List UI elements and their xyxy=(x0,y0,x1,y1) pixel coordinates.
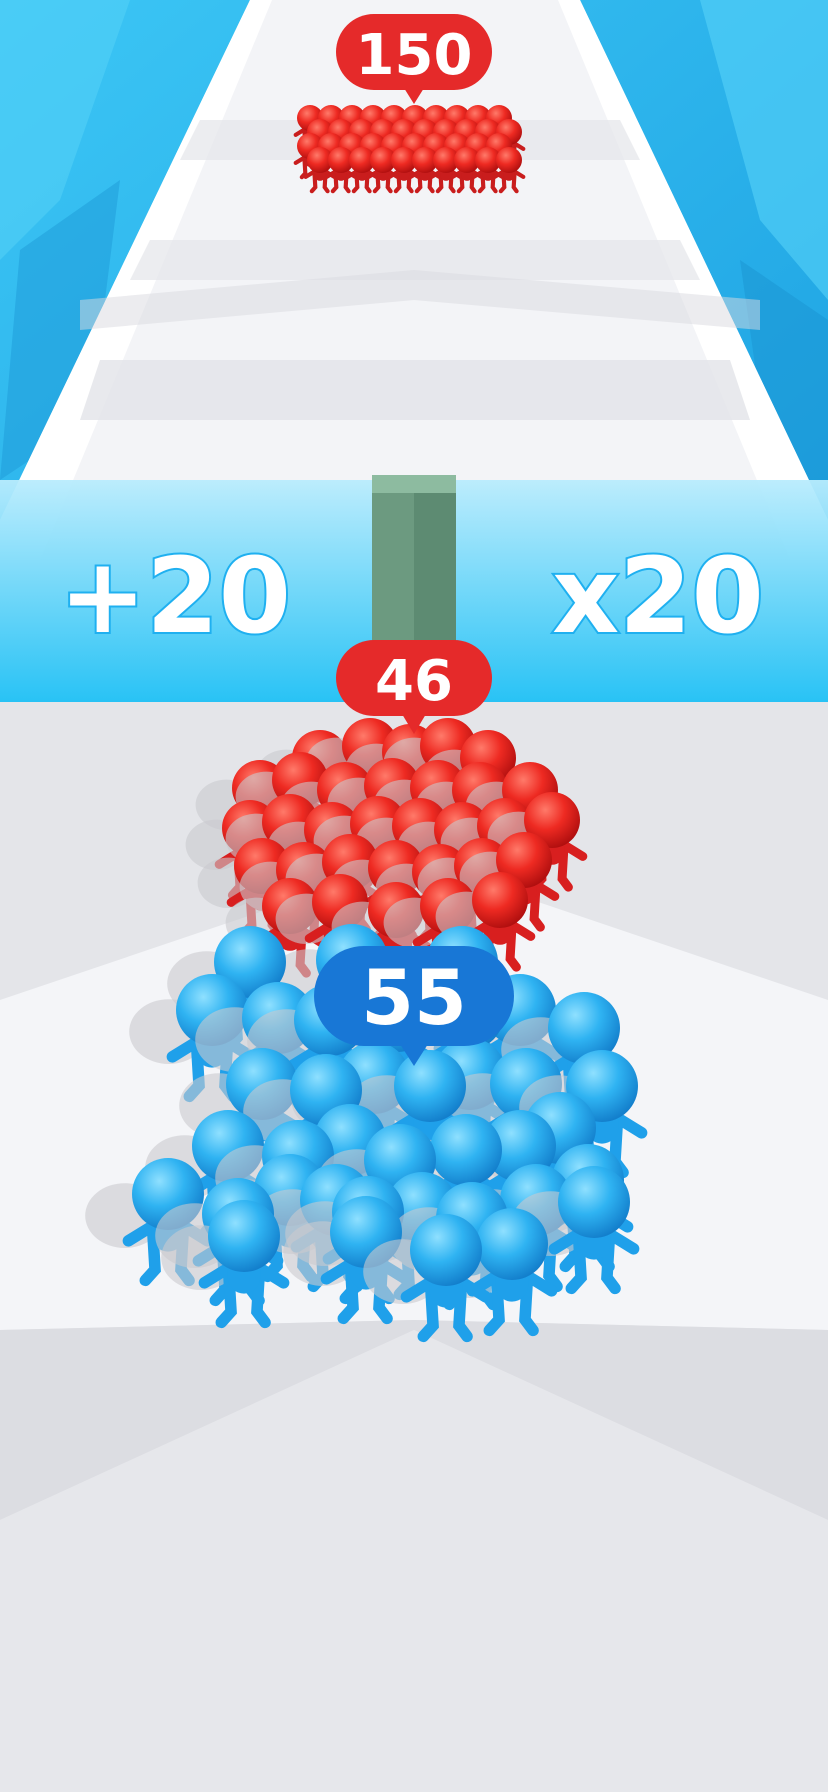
enemy-far-count: 150 xyxy=(356,23,473,88)
gate-divider-pillar xyxy=(372,475,456,645)
enemy-near-count: 46 xyxy=(375,649,453,714)
player-count: 55 xyxy=(361,953,467,1042)
gate-plus-label[interactable]: +20 xyxy=(57,533,293,659)
gate-multiply-label[interactable]: x20 xyxy=(550,533,766,659)
game-scene[interactable]: +20 x20 150 46 55 xyxy=(0,0,828,1792)
